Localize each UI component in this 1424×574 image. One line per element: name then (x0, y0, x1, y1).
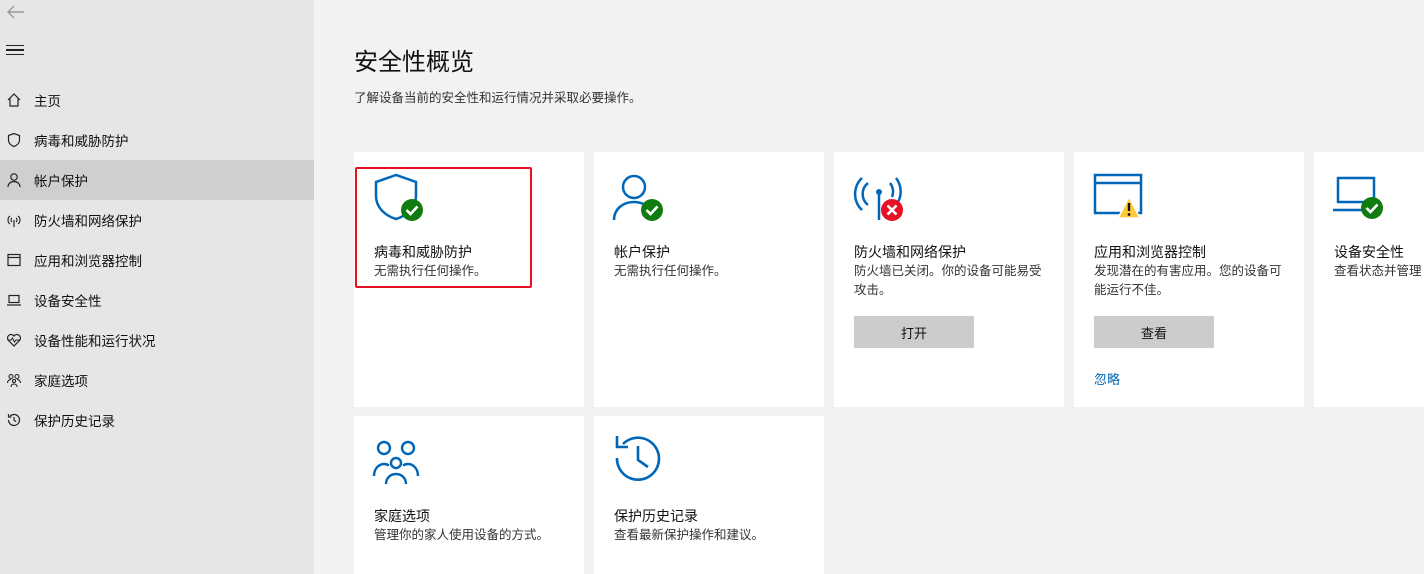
app-window-warning-icon (1092, 170, 1148, 226)
hamburger-icon[interactable] (6, 45, 24, 59)
person-check-icon (612, 170, 668, 226)
family-icon (6, 372, 22, 388)
card-desc: 查看状态并管理 (1334, 263, 1422, 278)
card-family[interactable]: 家庭选项 管理你的家人使用设备的方式。 (354, 416, 584, 574)
sidebar-item-virus-protection[interactable]: 病毒和威胁防护 (0, 120, 314, 160)
sidebar-item-label: 保护历史记录 (34, 414, 115, 430)
card-firewall[interactable]: 防火墙和网络保护 防火墙已关闭。你的设备可能易受攻击。 打开 (834, 152, 1064, 407)
main-content: 安全性概览 了解设备当前的安全性和运行情况并采取必要操作。 病毒和威胁防护 无需… (314, 0, 1424, 574)
app-window-icon (6, 252, 22, 268)
sidebar-item-label: 病毒和威胁防护 (34, 134, 129, 150)
sidebar-item-label: 帐户保护 (34, 174, 88, 190)
selection-highlight (355, 167, 532, 288)
history-icon (612, 434, 668, 490)
card-desc: 发现潜在的有害应用。您的设备可能运行不佳。 (1094, 263, 1282, 297)
sidebar-item-device-security[interactable]: 设备安全性 (0, 280, 314, 320)
card-title: 保护历史记录 (614, 509, 698, 525)
card-app-browser[interactable]: 应用和浏览器控制 发现潜在的有害应用。您的设备可能运行不佳。 查看 忽略 (1074, 152, 1304, 407)
sidebar-item-home[interactable]: 主页 (0, 80, 314, 120)
card-title: 帐户保护 (614, 245, 670, 261)
sidebar-item-account-protection[interactable]: 帐户保护 (0, 160, 314, 200)
sidebar-item-label: 设备安全性 (34, 294, 102, 310)
sidebar-item-label: 防火墙和网络保护 (34, 214, 142, 230)
sidebar-item-family[interactable]: 家庭选项 (0, 360, 314, 400)
card-title: 应用和浏览器控制 (1094, 245, 1206, 261)
back-button[interactable] (4, 2, 28, 22)
antenna-icon (6, 212, 22, 228)
sidebar-item-device-health[interactable]: 设备性能和运行状况 (0, 320, 314, 360)
card-title: 防火墙和网络保护 (854, 245, 966, 261)
history-icon (6, 412, 22, 428)
view-button[interactable]: 查看 (1094, 316, 1214, 348)
card-title: 设备安全性 (1334, 245, 1404, 261)
turn-on-firewall-button[interactable]: 打开 (854, 316, 974, 348)
sidebar-item-label: 家庭选项 (34, 374, 88, 390)
card-device-security[interactable]: 设备安全性 查看状态并管理 (1314, 152, 1424, 407)
sidebar-item-label: 应用和浏览器控制 (34, 254, 142, 270)
page-title: 安全性概览 (354, 48, 474, 76)
sidebar-item-history[interactable]: 保护历史记录 (0, 400, 314, 440)
back-arrow-icon (7, 5, 24, 19)
sidebar-item-firewall[interactable]: 防火墙和网络保护 (0, 200, 314, 240)
laptop-check-icon (1332, 170, 1388, 226)
card-desc: 无需执行任何操作。 (614, 263, 727, 278)
home-icon (6, 92, 22, 108)
family-icon (372, 434, 428, 490)
card-account-protection[interactable]: 帐户保护 无需执行任何操作。 (594, 152, 824, 407)
laptop-icon (6, 292, 22, 308)
shield-icon (6, 132, 22, 148)
sidebar-item-label: 主页 (34, 94, 61, 110)
card-desc: 查看最新保护操作和建议。 (614, 527, 765, 542)
sidebar: 主页 病毒和威胁防护 帐户保护 防火墙和网络保护 应用和浏览器控制 设备安全性 … (0, 0, 314, 574)
card-title: 家庭选项 (374, 509, 430, 525)
dismiss-link[interactable]: 忽略 (1094, 369, 1120, 388)
nav-list: 主页 病毒和威胁防护 帐户保护 防火墙和网络保护 应用和浏览器控制 设备安全性 … (0, 80, 314, 440)
heart-icon (6, 332, 22, 348)
sidebar-item-label: 设备性能和运行状况 (34, 334, 156, 350)
card-desc: 管理你的家人使用设备的方式。 (374, 527, 550, 542)
card-desc: 防火墙已关闭。你的设备可能易受攻击。 (854, 263, 1042, 297)
card-history[interactable]: 保护历史记录 查看最新保护操作和建议。 (594, 416, 824, 574)
page-subtitle: 了解设备当前的安全性和运行情况并采取必要操作。 (354, 90, 642, 105)
person-icon (6, 172, 22, 188)
sidebar-item-app-browser[interactable]: 应用和浏览器控制 (0, 240, 314, 280)
antenna-error-icon (852, 170, 908, 226)
